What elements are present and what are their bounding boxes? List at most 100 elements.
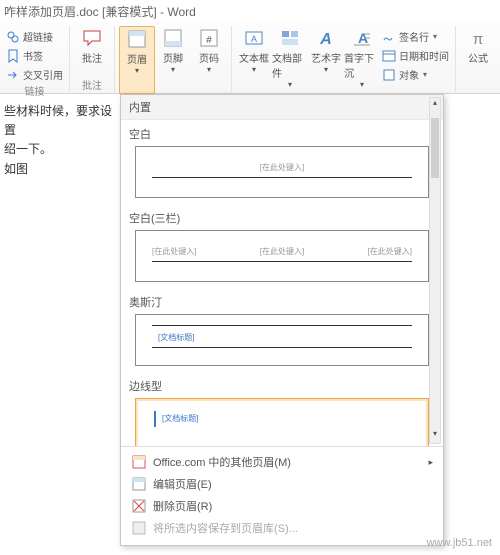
chevron-down-icon: ▾ — [288, 80, 292, 89]
save-label: 将所选内容保存到页眉库(S)... — [153, 520, 298, 536]
placeholder-text: [在此处键入] — [368, 246, 412, 257]
textbox-button[interactable]: A 文本框 ▾ — [236, 26, 272, 94]
group-comments: 批注 批注 — [70, 26, 115, 94]
option-austin-label: 奥斯汀 — [121, 288, 443, 312]
wordart-label: 艺术字 — [311, 50, 341, 65]
option-sideline-label: 边线型 — [121, 372, 443, 396]
header-label: 页眉 — [127, 51, 147, 66]
link-icon — [6, 30, 20, 44]
remove-label: 删除页眉(R) — [153, 498, 212, 514]
gallery-section-builtin: 内置 — [121, 95, 443, 120]
wordart-button[interactable]: A 艺术字 ▾ — [308, 26, 344, 94]
equation-button[interactable]: π 公式 — [460, 26, 496, 94]
title-bar: 咋样添加页眉.doc [兼容模式] - Word — [0, 0, 500, 22]
object-icon — [382, 68, 396, 82]
option-blank-preview[interactable]: [在此处键入] — [135, 146, 429, 198]
datetime-button[interactable]: 日期和时间 — [380, 47, 451, 64]
placeholder-text: [文档标题] — [158, 332, 194, 343]
chevron-right-icon: ▸ — [428, 457, 433, 468]
svg-text:π: π — [473, 31, 483, 48]
scroll-thumb[interactable] — [431, 118, 439, 178]
dropcap-button[interactable]: A 首字下沉 ▾ — [344, 26, 380, 94]
quickparts-button[interactable]: 文档部件 ▾ — [272, 26, 308, 94]
more-from-office-button[interactable]: Office.com 中的其他页眉(M) ▸ — [121, 451, 443, 473]
quickparts-label: 文档部件 — [272, 50, 308, 80]
comment-icon — [82, 28, 102, 48]
crossref-button[interactable]: 交叉引用 — [4, 66, 65, 83]
scroll-down-icon[interactable]: ▾ — [430, 429, 440, 443]
pagenum-label: 页码 — [199, 50, 219, 65]
group-comments-label: 批注 — [82, 77, 102, 94]
title-text: 咋样添加页眉.doc [兼容模式] - Word — [4, 3, 196, 20]
chevron-down-icon: ▾ — [171, 65, 175, 74]
wordart-icon: A — [316, 28, 336, 48]
datetime-label: 日期和时间 — [399, 48, 449, 63]
header-button[interactable]: 页眉 ▾ — [119, 26, 155, 94]
header-icon — [127, 29, 147, 49]
group-headerfooter: 页眉 ▾ 页脚 ▾ # 页码 ▾ — [115, 26, 231, 94]
quickparts-icon — [280, 28, 300, 48]
svg-text:A: A — [319, 31, 332, 48]
equation-label: 公式 — [468, 50, 488, 65]
footer-button[interactable]: 页脚 ▾ — [155, 26, 191, 94]
more-label: Office.com 中的其他页眉(M) — [153, 454, 291, 470]
chevron-down-icon: ▾ — [207, 65, 211, 74]
group-links: 超链接 书签 交叉引用 链接 — [0, 26, 70, 94]
pagenum-button[interactable]: # 页码 ▾ — [191, 26, 227, 94]
doc-line: 如图 — [4, 160, 116, 179]
option-blank3-preview[interactable]: [在此处键入] [在此处键入] [在此处键入] — [135, 230, 429, 282]
bookmark-button[interactable]: 书签 — [4, 47, 65, 64]
save-to-gallery-button: 将所选内容保存到页眉库(S)... — [121, 517, 443, 539]
group-text: A 文本框 ▾ 文档部件 ▾ A 艺术字 ▾ A 首字下沉 ▾ — [231, 26, 456, 94]
chevron-down-icon: ▾ — [252, 65, 256, 74]
chevron-down-icon: ▾ — [360, 80, 364, 89]
signature-button[interactable]: 签名行▾ — [380, 28, 451, 45]
edit-icon — [131, 476, 147, 492]
option-blank3-label: 空白(三栏) — [121, 204, 443, 228]
crossref-icon — [6, 68, 20, 82]
signature-label: 签名行 — [399, 29, 429, 44]
doc-line: 绍一下。 — [4, 140, 116, 159]
office-icon — [131, 454, 147, 470]
chevron-down-icon: ▾ — [324, 65, 328, 74]
save-icon — [131, 520, 147, 536]
option-blank-label: 空白 — [121, 120, 443, 144]
hyperlink-label: 超链接 — [23, 29, 53, 44]
gallery-footer: Office.com 中的其他页眉(M) ▸ 编辑页眉(E) 删除页眉(R) 将… — [121, 446, 443, 545]
chevron-down-icon: ▾ — [135, 66, 139, 75]
remove-icon — [131, 498, 147, 514]
option-sideline-preview[interactable]: [文档标题] — [135, 398, 429, 446]
gallery-scrollbar[interactable]: ▴ ▾ — [429, 97, 441, 444]
object-button[interactable]: 对象▾ — [380, 66, 451, 83]
bookmark-label: 书签 — [23, 48, 43, 63]
placeholder-text: [在此处键入] — [260, 246, 304, 257]
textbox-icon: A — [244, 28, 264, 48]
doc-line: 些材料时候，要求设置 — [4, 102, 116, 140]
pagenum-icon: # — [199, 28, 219, 48]
ribbon: 超链接 书签 交叉引用 链接 批注 批注 — [0, 22, 500, 94]
option-austin-preview[interactable]: [文档标题] — [135, 314, 429, 366]
document-body: 些材料时候，要求设置 绍一下。 如图 — [0, 94, 120, 179]
signature-icon — [382, 30, 396, 44]
remove-header-button[interactable]: 删除页眉(R) — [121, 495, 443, 517]
crossref-label: 交叉引用 — [23, 67, 63, 82]
footer-icon — [163, 28, 183, 48]
edit-label: 编辑页眉(E) — [153, 476, 212, 492]
group-symbols: π 公式 — [456, 26, 500, 94]
dropcap-icon: A — [352, 28, 372, 48]
svg-text:#: # — [206, 35, 212, 46]
comment-button[interactable]: 批注 — [74, 26, 110, 77]
placeholder-text: [在此处键入] — [152, 246, 196, 257]
footer-label: 页脚 — [163, 50, 183, 65]
placeholder-text: [在此处键入] — [260, 162, 304, 173]
watermark: www.jb51.net — [427, 537, 492, 549]
svg-text:A: A — [251, 34, 257, 44]
datetime-icon — [382, 49, 396, 63]
dropcap-label: 首字下沉 — [344, 50, 380, 80]
scroll-up-icon[interactable]: ▴ — [430, 98, 440, 112]
bookmark-icon — [6, 49, 20, 63]
comment-label: 批注 — [82, 50, 102, 65]
equation-icon: π — [468, 28, 488, 48]
hyperlink-button[interactable]: 超链接 — [4, 28, 65, 45]
edit-header-button[interactable]: 编辑页眉(E) — [121, 473, 443, 495]
